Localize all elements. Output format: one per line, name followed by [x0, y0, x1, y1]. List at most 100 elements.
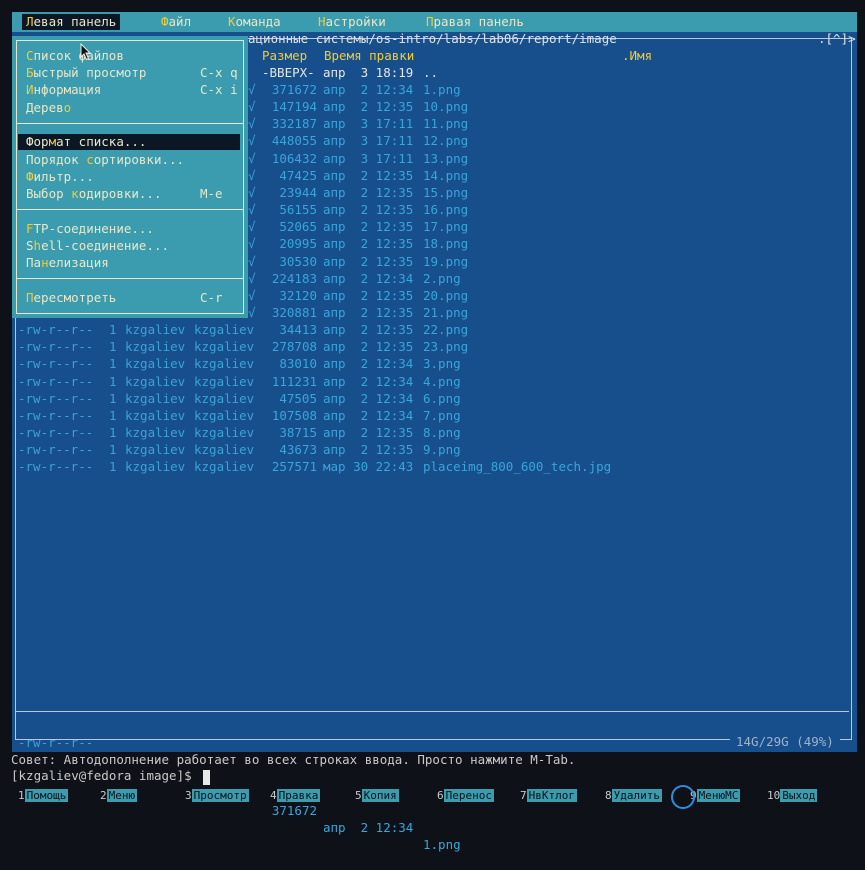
dropdown-item[interactable]: Информация C-x i [18, 82, 240, 98]
label-hotkey: С [26, 48, 34, 63]
dropdown-item[interactable]: Пересмотреть C-r [18, 290, 240, 306]
fkey-label: Меню [106, 789, 138, 802]
file-n: 1 [109, 425, 117, 440]
dropdown-item[interactable]: Дерево [18, 100, 240, 116]
header-name[interactable]: .Имя [622, 47, 652, 64]
file-n: 1 [109, 407, 117, 423]
file-size: 448055 [271, 133, 317, 149]
file-size: 371672 [271, 82, 317, 97]
file-date: апр 2 12:35 [323, 202, 414, 218]
fkey-2[interactable]: 2 Меню [100, 786, 138, 806]
label-suffix: ат списка... [56, 134, 147, 150]
menu-hotkey: К [228, 14, 236, 29]
dropdown-item[interactable]: Панелизация [18, 255, 240, 271]
file-group: kzgaliev [194, 322, 255, 338]
status-name: 1.png [423, 837, 461, 852]
fkey-label: Копия [361, 789, 399, 802]
file-date: апр 2 12:35 [323, 425, 414, 440]
file-row[interactable]: -rw-r--r-- 1 kzgaliev kzgaliev 111231 апр 2 1… [12, 373, 857, 390]
panel-path[interactable]: ационные системы/os-intro/labs/lab06/rep… [248, 31, 617, 47]
file-size: 20995 [279, 236, 317, 252]
file-name: placeimg_800_600_tech.jpg [423, 459, 612, 475]
dropdown-item[interactable]: Выбор кодировки... M-e [18, 186, 240, 202]
menu-label: айл [168, 14, 192, 29]
file-size: 38715 [279, 425, 317, 440]
fkey-8[interactable]: 8 Удалить [605, 786, 662, 806]
fkey-1[interactable]: 1 Помощь [18, 786, 69, 806]
fkey-4[interactable]: 4 Правка [270, 786, 321, 806]
fkey-10[interactable]: 10 Выход [767, 786, 818, 806]
file-n: 1 [109, 459, 117, 475]
label-prefix: Выбор [26, 185, 72, 201]
file-row[interactable]: -rw-r--r-- 1 kzgaliev kzgaliev 34413 апр 2 12… [12, 321, 857, 338]
fkey-7[interactable]: 7 НвКтлог [520, 786, 577, 806]
fkey-3[interactable]: 3 Просмотр [185, 786, 249, 806]
file-row[interactable]: -rw-r--r-- 1 kzgaliev kzgaliev 107508 апр 2 1… [12, 407, 857, 424]
header-size[interactable]: Размер [262, 47, 307, 64]
file-perms: -rw-r--r-- [18, 373, 94, 389]
dropdown-item-shortcut: C-x i [200, 82, 238, 98]
file-date: апр 2 12:35 [323, 219, 414, 235]
file-name: 14.png [423, 167, 469, 183]
fkey-number: 7 [520, 789, 527, 802]
hint-line: Совет: Автодополнение работает во всех с… [11, 752, 576, 767]
dropdown-item[interactable]: Порядок сортировки... [18, 152, 240, 168]
label-hotkey: к [71, 185, 79, 201]
file-row[interactable]: -rw-r--r-- 1 kzgaliev kzgaliev 38715 апр 2 12… [12, 424, 857, 441]
menu-2[interactable]: Файл [157, 14, 195, 30]
label-hotkey: о [63, 99, 72, 115]
file-size: 83010 [279, 356, 317, 372]
dropdown-item-label: Shell-соединение... [26, 238, 169, 254]
fkey-6[interactable]: 6 Перенос [437, 786, 494, 806]
file-group: kzgaliev [194, 356, 255, 372]
menu-label: астройки [325, 14, 386, 29]
fkey-number: 1 [18, 789, 25, 802]
file-row[interactable]: -rw-r--r-- 1 kzgaliev kzgaliev 83010 апр 2 12… [12, 355, 857, 372]
dropdown-item[interactable]: FTP-соединение... [18, 221, 240, 237]
file-name: 21.png [423, 304, 469, 320]
file-size: 47505 [279, 390, 317, 406]
file-perms: -rw-r--r-- [18, 322, 94, 338]
file-perms: -rw-r--r-- [18, 390, 94, 406]
fkey-number: 3 [185, 789, 192, 802]
file-row[interactable]: -rw-r--r-- 1 kzgaliev kzgaliev 278708 апр 2 1… [12, 338, 857, 355]
dropdown-item[interactable]: Фильтр... [18, 169, 240, 185]
file-n: 1 [109, 373, 117, 389]
label-hotkey: м [48, 134, 57, 150]
dropdown-item[interactable]: Shell-соединение... [18, 238, 240, 254]
file-date: апр 2 12:35 [323, 167, 414, 183]
marker-check-icon: √ [248, 236, 256, 252]
fkey-5[interactable]: 5 Копия [355, 786, 399, 806]
menu-label: оманда [235, 14, 281, 29]
file-date: апр 2 12:35 [323, 184, 414, 200]
menu-1[interactable]: Левая панель [22, 14, 121, 30]
fkey-number: 4 [270, 789, 277, 802]
file-date: апр 2 12:35 [323, 253, 414, 269]
menu-4[interactable]: Настройки [314, 14, 390, 30]
menu-5[interactable]: Правая панель [422, 14, 528, 30]
file-row[interactable]: -rw-r--r-- 1 kzgaliev kzgaliev 257571 мар 30 … [12, 458, 857, 475]
label-suffix: нформация [33, 82, 102, 98]
updir-name: .. [423, 65, 439, 80]
file-size: 52065 [279, 219, 317, 235]
file-name: 18.png [423, 236, 469, 252]
file-perms: -rw-r--r-- [18, 339, 94, 355]
file-row[interactable]: -rw-r--r-- 1 kzgaliev kzgaliev 47505 апр 2 12… [12, 390, 857, 407]
disk-info: 14G/29G (49%) [730, 734, 840, 750]
label-hotkey: F [26, 220, 34, 236]
dropdown-item[interactable]: Формат списка... [18, 134, 240, 151]
file-n: 1 [109, 390, 117, 406]
dropdown-item[interactable]: Список файлов [18, 48, 240, 64]
menu-3[interactable]: Команда [224, 14, 285, 30]
file-name: 23.png [423, 339, 469, 355]
marker-check-icon: √ [248, 202, 256, 218]
panel-corner-controls[interactable]: .[^]> [818, 31, 856, 47]
file-row[interactable]: -rw-r--r-- 1 kzgaliev kzgaliev 43673 апр 2 12… [12, 441, 857, 458]
file-name: 11.png [423, 116, 469, 132]
fkey-number: 5 [355, 789, 362, 802]
fkey-9[interactable]: 9 МенюMC [690, 786, 741, 806]
shell-prompt[interactable]: [kzgaliev@fedora image]$ [11, 768, 192, 784]
fkey-label: МенюMC [696, 789, 741, 802]
header-mtime[interactable]: Время правки [324, 47, 414, 64]
dropdown-item[interactable]: Быстрый просмотр C-x q [18, 65, 240, 81]
